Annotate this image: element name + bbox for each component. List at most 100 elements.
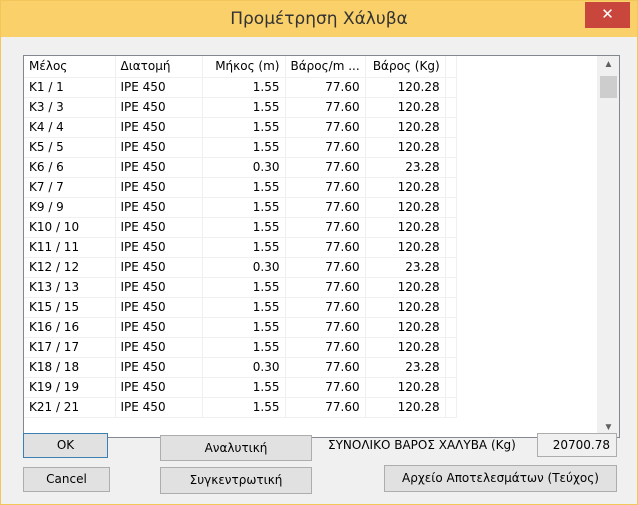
cell-length: 1.55 [202, 297, 286, 318]
cell-member: K12 / 12 [24, 257, 116, 278]
cell-weight-per-m: 77.60 [285, 157, 366, 178]
scroll-up-button[interactable]: ▲ [598, 56, 619, 74]
cell-member: K7 / 7 [24, 177, 116, 198]
table-row[interactable]: K5 / 5 IPE 450 1.55 77.60 120.28 [24, 137, 457, 158]
cell-weight: 23.28 [365, 257, 446, 278]
table-row[interactable]: K15 / 15 IPE 450 1.55 77.60 120.28 [24, 297, 457, 318]
cell-weight-per-m: 77.60 [285, 177, 366, 198]
table-row[interactable]: K1 / 1 IPE 450 1.55 77.60 120.28 [24, 77, 457, 98]
cell-filler [445, 217, 457, 238]
cell-section: IPE 450 [115, 117, 203, 138]
column-header-length[interactable]: Μήκος (m) [202, 56, 286, 78]
steel-members-grid[interactable]: Μέλος Διατομή Μήκος (m) Βάρος/m ... Βάρο… [23, 55, 620, 438]
title-bar[interactable]: Προμέτρηση Χάλυβα ✕ [1, 1, 637, 37]
cell-filler [445, 197, 457, 218]
table-row[interactable]: K19 / 19 IPE 450 1.55 77.60 120.28 [24, 377, 457, 398]
cell-filler [445, 97, 457, 118]
table-row[interactable]: K10 / 10 IPE 450 1.55 77.60 120.28 [24, 217, 457, 238]
table-row[interactable]: K13 / 13 IPE 450 1.55 77.60 120.28 [24, 277, 457, 298]
column-header-weight-per-m[interactable]: Βάρος/m ... [285, 56, 366, 78]
cell-section: IPE 450 [115, 77, 203, 98]
cell-member: K16 / 16 [24, 317, 116, 338]
cell-member: K17 / 17 [24, 337, 116, 358]
cell-section: IPE 450 [115, 237, 203, 258]
cell-filler [445, 317, 457, 338]
summary-report-button[interactable]: Συγκεντρωτική [160, 467, 312, 494]
cell-length: 0.30 [202, 157, 286, 178]
steel-table: Μέλος Διατομή Μήκος (m) Βάρος/m ... Βάρο… [24, 56, 457, 418]
cell-weight: 120.28 [365, 277, 446, 298]
cell-section: IPE 450 [115, 337, 203, 358]
total-steel-weight-value: 20700.78 [537, 433, 617, 457]
table-body: K1 / 1 IPE 450 1.55 77.60 120.28 K3 / 3 IPE 45… [24, 77, 457, 418]
cell-member: K5 / 5 [24, 137, 116, 158]
cell-weight: 120.28 [365, 137, 446, 158]
table-row[interactable]: K3 / 3 IPE 450 1.55 77.60 120.28 [24, 97, 457, 118]
table-row[interactable]: K9 / 9 IPE 450 1.55 77.60 120.28 [24, 197, 457, 218]
cell-filler [445, 177, 457, 198]
ok-button[interactable]: OK [23, 433, 108, 458]
window-title: Προμέτρηση Χάλυβα [230, 9, 408, 29]
vertical-scrollbar[interactable]: ▲ ▼ [597, 56, 619, 437]
column-header-section[interactable]: Διατομή [115, 56, 203, 78]
cell-length: 0.30 [202, 357, 286, 378]
analytic-report-button[interactable]: Αναλυτική [160, 435, 312, 461]
table-row[interactable]: K6 / 6 IPE 450 0.30 77.60 23.28 [24, 157, 457, 178]
grid-viewport: Μέλος Διατομή Μήκος (m) Βάρος/m ... Βάρο… [24, 56, 598, 437]
dialog-client-area: Μέλος Διατομή Μήκος (m) Βάρος/m ... Βάρο… [8, 37, 630, 499]
cell-member: K21 / 21 [24, 397, 116, 418]
table-row[interactable]: K16 / 16 IPE 450 1.55 77.60 120.28 [24, 317, 457, 338]
cell-section: IPE 450 [115, 297, 203, 318]
cell-filler [445, 137, 457, 158]
cell-weight-per-m: 77.60 [285, 217, 366, 238]
cell-length: 1.55 [202, 397, 286, 418]
cell-length: 1.55 [202, 97, 286, 118]
cell-member: K4 / 4 [24, 117, 116, 138]
cell-member: K18 / 18 [24, 357, 116, 378]
cancel-button[interactable]: Cancel [23, 467, 110, 492]
cell-length: 1.55 [202, 197, 286, 218]
cell-length: 0.30 [202, 257, 286, 278]
cell-weight: 23.28 [365, 357, 446, 378]
cell-filler [445, 117, 457, 138]
cell-weight-per-m: 77.60 [285, 337, 366, 358]
cell-section: IPE 450 [115, 397, 203, 418]
table-row[interactable]: K17 / 17 IPE 450 1.55 77.60 120.28 [24, 337, 457, 358]
cell-weight-per-m: 77.60 [285, 257, 366, 278]
cell-length: 1.55 [202, 117, 286, 138]
cell-weight-per-m: 77.60 [285, 237, 366, 258]
cell-section: IPE 450 [115, 277, 203, 298]
cell-weight: 120.28 [365, 217, 446, 238]
cell-section: IPE 450 [115, 317, 203, 338]
results-file-button[interactable]: Αρχείο Αποτελεσμάτων (Τεύχος) [384, 465, 617, 492]
cell-filler [445, 297, 457, 318]
cell-length: 1.55 [202, 77, 286, 98]
cell-weight: 120.28 [365, 297, 446, 318]
cell-weight-per-m: 77.60 [285, 397, 366, 418]
table-row[interactable]: K12 / 12 IPE 450 0.30 77.60 23.28 [24, 257, 457, 278]
cell-weight-per-m: 77.60 [285, 377, 366, 398]
cell-section: IPE 450 [115, 97, 203, 118]
cell-length: 1.55 [202, 317, 286, 338]
cell-weight: 120.28 [365, 117, 446, 138]
cell-section: IPE 450 [115, 257, 203, 278]
cell-length: 1.55 [202, 337, 286, 358]
column-header-member[interactable]: Μέλος [24, 56, 116, 78]
cell-filler [445, 357, 457, 378]
table-row[interactable]: K11 / 11 IPE 450 1.55 77.60 120.28 [24, 237, 457, 258]
table-row[interactable]: K18 / 18 IPE 450 0.30 77.60 23.28 [24, 357, 457, 378]
table-row[interactable]: K21 / 21 IPE 450 1.55 77.60 120.28 [24, 397, 457, 418]
cell-weight: 120.28 [365, 97, 446, 118]
scrollbar-thumb[interactable] [600, 76, 617, 98]
table-row[interactable]: K7 / 7 IPE 450 1.55 77.60 120.28 [24, 177, 457, 198]
cell-weight: 120.28 [365, 317, 446, 338]
column-header-weight[interactable]: Βάρος (Kg) [365, 56, 446, 78]
cell-weight: 120.28 [365, 377, 446, 398]
cell-weight-per-m: 77.60 [285, 277, 366, 298]
column-header-filler [445, 56, 457, 78]
table-row[interactable]: K4 / 4 IPE 450 1.55 77.60 120.28 [24, 117, 457, 138]
cell-weight: 23.28 [365, 157, 446, 178]
cell-weight: 120.28 [365, 197, 446, 218]
close-button[interactable]: ✕ [585, 2, 630, 28]
cell-section: IPE 450 [115, 377, 203, 398]
